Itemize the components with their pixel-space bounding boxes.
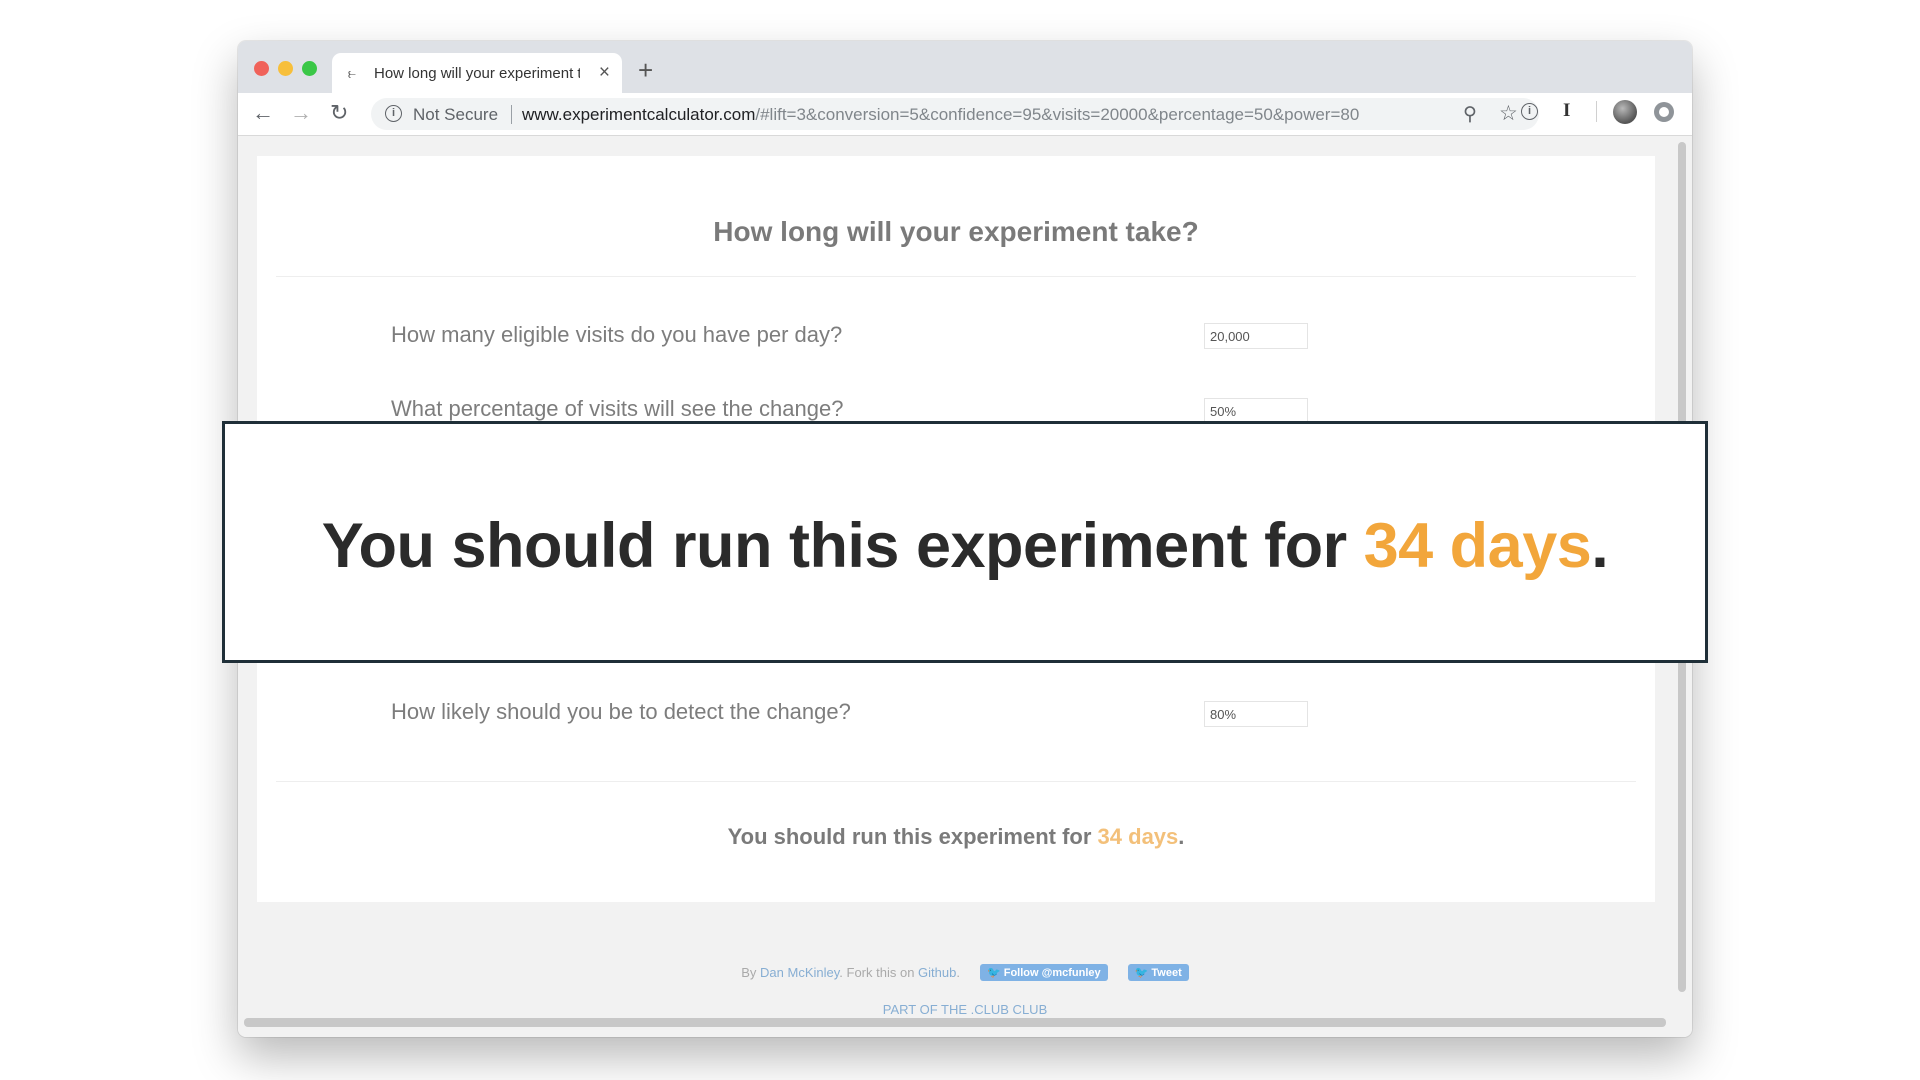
close-window-button[interactable]: [254, 61, 269, 76]
url-path: /#lift=3&conversion=5&confidence=95&visi…: [755, 105, 1360, 124]
github-link[interactable]: Github: [918, 965, 956, 980]
author-link[interactable]: Dan McKinley: [760, 965, 839, 980]
zoom-icon[interactable]: ⚲: [1463, 103, 1477, 126]
footer-fork: . Fork this on: [839, 965, 919, 980]
back-icon[interactable]: ←: [252, 100, 274, 126]
extension-info-icon[interactable]: i: [1521, 103, 1538, 120]
tab-strip: ⥼ How long will your experiment take? × …: [238, 41, 1692, 93]
favicon-icon: ⥼: [348, 65, 356, 81]
url-text[interactable]: www.experimentcalculator.com/#lift=3&con…: [522, 105, 1359, 125]
power-input[interactable]: 80%: [1204, 701, 1308, 727]
callout-prefix: You should run this experiment for: [321, 511, 1364, 581]
site-info-icon[interactable]: i: [385, 105, 402, 122]
tweet-button[interactable]: 🐦 Tweet: [1127, 964, 1189, 981]
maximize-window-button[interactable]: [302, 61, 317, 76]
bookmark-star-icon[interactable]: ☆: [1499, 101, 1518, 126]
reload-icon[interactable]: ↻: [330, 100, 348, 126]
visits-question: How many eligible visits do you have per…: [391, 322, 843, 347]
footer-by: By: [741, 965, 761, 980]
power-question: How likely should you be to detect the c…: [391, 699, 851, 724]
extension-i-icon[interactable]: I: [1563, 100, 1570, 122]
follow-button[interactable]: 🐦 Follow @mcfunley: [979, 964, 1108, 981]
footer-period: .: [956, 965, 960, 980]
result-text: You should run this experiment for 34 da…: [257, 824, 1655, 850]
result-duration: 34 days: [1097, 824, 1179, 849]
callout-suffix: .: [1591, 511, 1609, 581]
profile-avatar-icon[interactable]: [1613, 100, 1637, 124]
browser-toolbar: ← → ↻ i Not Secure www.experimentcalcula…: [238, 93, 1692, 136]
divider-top: [276, 276, 1636, 277]
divider-bottom: [276, 781, 1636, 782]
extension-menu-icon[interactable]: [1654, 102, 1674, 122]
toolbar-divider: [1596, 101, 1597, 122]
visits-input[interactable]: 20,000: [1204, 323, 1308, 349]
browser-tab[interactable]: ⥼ How long will your experiment take? ×: [332, 53, 622, 93]
callout-text: You should run this experiment for 34 da…: [225, 510, 1705, 582]
percentage-question: What percentage of visits will see the c…: [391, 396, 844, 421]
result-prefix: You should run this experiment for: [727, 824, 1098, 849]
page-title: How long will your experiment take?: [713, 216, 1199, 247]
address-bar[interactable]: i Not Secure www.experimentcalculator.co…: [371, 98, 1539, 130]
tab-title: How long will your experiment take?: [374, 65, 580, 82]
footer-credits: By Dan McKinley. Fork this on Github. 🐦 F…: [238, 964, 1692, 981]
result-callout: You should run this experiment for 34 da…: [222, 421, 1708, 663]
tab-close-icon[interactable]: ×: [599, 62, 610, 84]
callout-duration: 34 days: [1363, 511, 1592, 581]
url-host: www.experimentcalculator.com: [522, 105, 756, 124]
club-link[interactable]: PART OF THE .CLUB CLUB: [238, 1002, 1692, 1017]
new-tab-button[interactable]: +: [638, 55, 653, 86]
result-suffix: .: [1178, 824, 1185, 849]
forward-icon[interactable]: →: [290, 100, 312, 126]
minimize-window-button[interactable]: [278, 61, 293, 76]
not-secure-label[interactable]: Not Secure: [413, 105, 498, 125]
address-divider: [511, 105, 512, 124]
horizontal-scrollbar[interactable]: [244, 1018, 1666, 1027]
